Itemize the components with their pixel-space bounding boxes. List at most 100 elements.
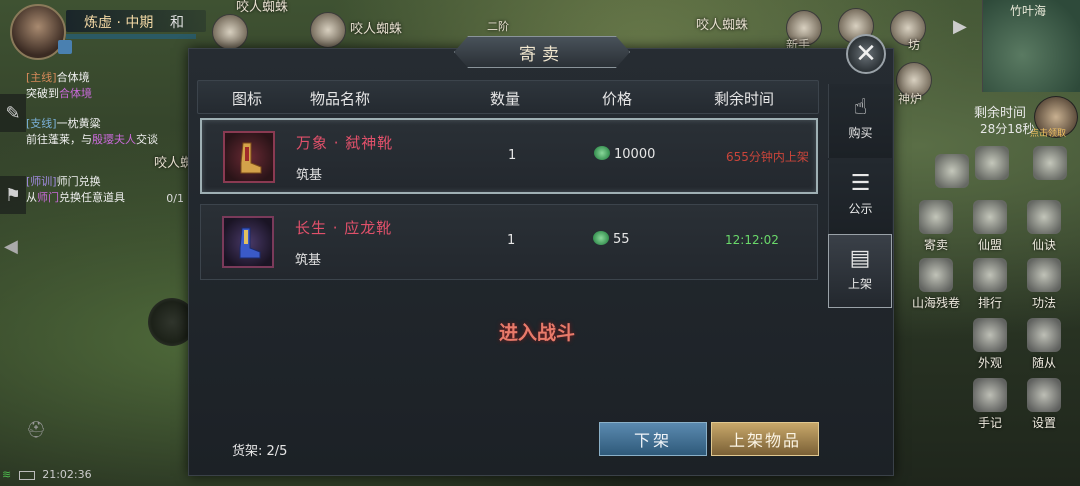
- gear-icon: [1027, 378, 1061, 412]
- team-tab-icon[interactable]: ⚑: [0, 176, 26, 214]
- collapse-left-icon[interactable]: ◀: [4, 236, 24, 264]
- jade-coin-icon: [594, 146, 610, 160]
- tab-list[interactable]: ▤ 上架: [828, 234, 892, 308]
- shelf-count: 货架: 2/5: [232, 444, 288, 459]
- right-menu-scroll[interactable]: 仙诀: [1016, 200, 1072, 253]
- column-header-price: 价格: [602, 90, 633, 108]
- list-item-button[interactable]: 上架物品: [711, 422, 819, 456]
- item-quantity: 1: [508, 148, 517, 163]
- map-scroll-icon: [919, 258, 953, 292]
- quest-desc-suffix: 兑换任意道具: [59, 191, 125, 204]
- delist-button[interactable]: 下架: [599, 422, 707, 456]
- player-name-extra: 和: [170, 15, 184, 31]
- right-menu-consign[interactable]: 寄卖: [908, 200, 964, 253]
- wifi-icon: ≋: [2, 468, 12, 481]
- jade-coin-icon: [593, 231, 609, 245]
- column-header-time: 剩余时间: [714, 90, 775, 108]
- furnace-label: 神炉: [898, 92, 923, 106]
- pet-icon: [1033, 146, 1067, 180]
- quest-highlight: 师门: [37, 191, 59, 204]
- remaining-label: 剩余时间: [974, 106, 1027, 121]
- modal-title-bar: 寄卖: [454, 36, 630, 68]
- notebook-icon: [973, 378, 1007, 412]
- modal-title: 寄卖: [519, 44, 565, 65]
- minimap-title: 竹叶海: [1010, 4, 1047, 18]
- rank-icon: [973, 258, 1007, 292]
- quest-title: 一枕黄粱: [56, 117, 101, 130]
- quest-highlight: 殷璎夫人: [92, 133, 136, 146]
- player-realm: 炼虚 · 中期: [84, 15, 154, 31]
- quest-tag: [支线]: [26, 117, 57, 130]
- quest-highlight: 合体境: [59, 87, 92, 100]
- monster-icon[interactable]: [310, 12, 346, 48]
- right-menu-notebook[interactable]: 手记: [962, 378, 1018, 431]
- clock: 21:02:36: [42, 468, 92, 481]
- quest-tag: [主线]: [26, 71, 57, 84]
- close-icon[interactable]: ✕: [846, 34, 886, 74]
- alliance-icon: [973, 200, 1007, 234]
- quest-desc-suffix: 交谈: [136, 133, 158, 146]
- quest-title: 合体境: [56, 71, 90, 84]
- tab-notice[interactable]: ☰ 公示: [828, 160, 892, 234]
- monster-icon[interactable]: [212, 14, 248, 50]
- column-header-icon: 图标: [232, 90, 263, 108]
- quest-desc: 前往蓬莱，与: [26, 133, 92, 146]
- quest-title: 师门兑换: [56, 175, 101, 188]
- item-name: 长生 · 应龙靴: [295, 219, 393, 237]
- scroll-icon: [1027, 200, 1061, 234]
- monster-label: 咬人蜘蛛: [236, 0, 289, 15]
- quest-desc: 突破到: [26, 87, 59, 100]
- right-menu-appearance[interactable]: 外观: [962, 318, 1018, 371]
- item-remaining-time: 655分钟内上架: [726, 150, 809, 164]
- battle-notice: 进入战斗: [499, 322, 576, 344]
- buy-icon: ☝: [853, 95, 868, 120]
- skill-icon: [1027, 258, 1061, 292]
- quest-item-master[interactable]: [师训]师门兑换 从师门兑换任意道具: [26, 174, 186, 206]
- player-hp-bar: [66, 34, 196, 39]
- quest-item-main[interactable]: [主线]合体境 突破到合体境: [26, 70, 186, 102]
- pet-button[interactable]: [1022, 146, 1078, 180]
- battery-icon: [18, 470, 35, 480]
- table-row[interactable]: 长生 · 应龙靴 筑基 1 55 12:12:02: [200, 204, 818, 280]
- right-menu-follower[interactable]: 随从: [1016, 318, 1072, 371]
- monster-label: 咬人蜘蛛: [696, 18, 749, 33]
- column-header-name: 物品名称: [310, 90, 371, 108]
- buff-icon: [58, 40, 72, 54]
- list-icon: ▤: [849, 246, 871, 271]
- quest-progress: 0/1: [166, 192, 184, 205]
- reward-caption: 点击领取: [1030, 129, 1067, 139]
- right-menu-rank[interactable]: 排行: [962, 258, 1018, 311]
- right-menu-mapscroll[interactable]: 山海残卷: [902, 258, 970, 311]
- table-row[interactable]: 万象 · 弑神靴 筑基 1 10000 655分钟内上架: [200, 118, 818, 194]
- helmet-icon[interactable]: ⛑: [26, 420, 48, 442]
- item-price: 55: [613, 232, 630, 247]
- blue-boots-icon: [222, 216, 274, 268]
- item-remaining-time: 12:12:02: [725, 233, 779, 247]
- remaining-value: 28分18秒: [980, 122, 1035, 136]
- item-quantity: 1: [507, 233, 516, 248]
- follower-icon: [1027, 318, 1061, 352]
- quest-desc: 从: [26, 191, 37, 204]
- right-menu-alliance[interactable]: 仙盟: [962, 200, 1018, 253]
- quest-panel: ✎ ⚑ [主线]合体境 突破到合体境 [支线]一枕黄粱 前往蓬莱，与殷璎夫人交谈…: [0, 64, 188, 222]
- monster-level-label: 二阶: [487, 20, 509, 33]
- item-grade: 筑基: [295, 253, 322, 268]
- notice-icon: ☰: [850, 171, 871, 196]
- workshop-label: 坊: [908, 38, 921, 52]
- item-grade: 筑基: [296, 168, 323, 183]
- red-boots-icon: [223, 131, 275, 183]
- item-name: 万象 · 弑神靴: [296, 134, 394, 152]
- quest-item-branch[interactable]: [支线]一枕黄粱 前往蓬莱，与殷璎夫人交谈: [26, 116, 186, 148]
- right-menu-settings[interactable]: 设置: [1016, 378, 1072, 431]
- quest-tab-icon[interactable]: ✎: [0, 94, 26, 132]
- appearance-icon: [973, 318, 1007, 352]
- quest-tag: [师训]: [26, 175, 57, 188]
- right-menu-skill[interactable]: 功法: [1016, 258, 1072, 311]
- bag-icon: [975, 146, 1009, 180]
- bag-button[interactable]: [964, 146, 1020, 180]
- table-header: 图标 物品名称 数量 价格 剩余时间: [197, 80, 819, 114]
- tab-buy[interactable]: ☝ 购买: [828, 84, 892, 158]
- expand-right-icon[interactable]: ▶: [953, 16, 967, 37]
- item-price: 10000: [614, 147, 656, 162]
- column-header-qty: 数量: [490, 90, 521, 108]
